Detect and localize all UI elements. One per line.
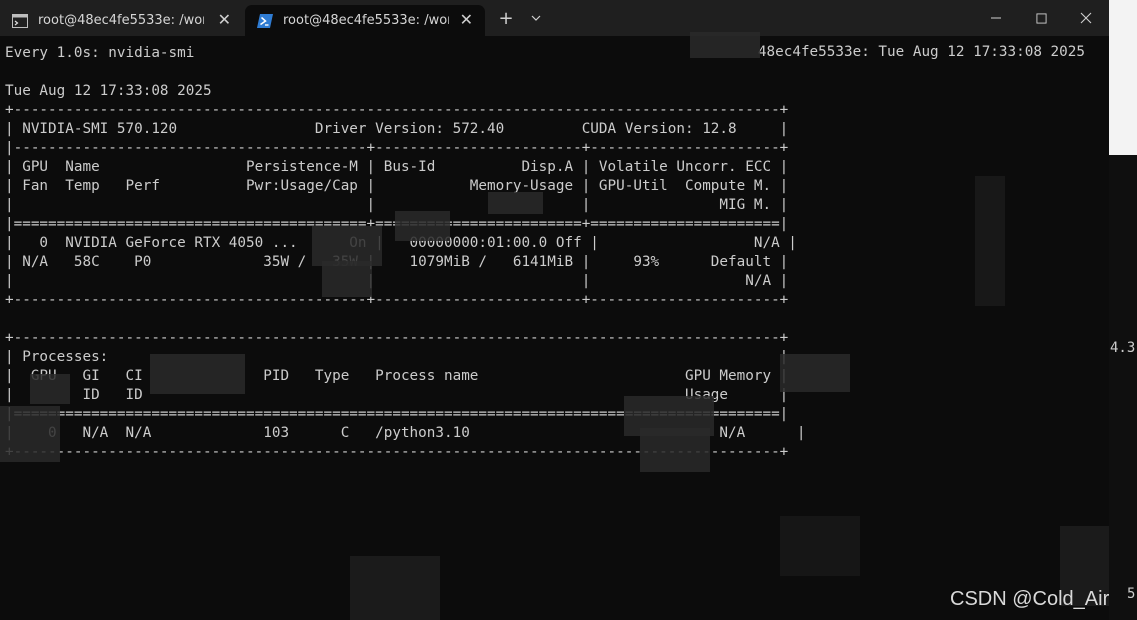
terminal-output[interactable]: Every 1.0s: nvidia-smi 48ec4fe5533e: Tue… <box>0 32 1109 620</box>
tab-terminal-1[interactable]: root@48ec4fe5533e: /workspace ✕ <box>0 5 243 36</box>
terminal-line: | GPU GI CI PID Type Process name GPU Me… <box>5 368 789 384</box>
cmd-icon <box>12 13 28 28</box>
terminal-line: | N/A 58C P0 35W / 35W | 1079MiB / 6141M… <box>5 254 789 270</box>
chevron-down-icon[interactable] <box>527 8 545 28</box>
watch-header-host: 48ec4fe5533e: Tue Aug 12 17:33:08 2025 <box>757 44 1085 60</box>
terminal-line: +---------------------------------------… <box>5 292 789 308</box>
terminal-line: | | | N/A | <box>5 273 789 289</box>
tab-terminal-2[interactable]: root@48ec4fe5533e: /workspace ✕ <box>245 5 485 36</box>
close-tab-icon[interactable]: ✕ <box>218 12 231 28</box>
redaction-mosaic <box>322 261 372 297</box>
watermark: CSDN @Cold_Air <box>950 588 1110 610</box>
powershell-icon <box>257 13 273 28</box>
close-tab-icon[interactable]: ✕ <box>460 12 473 28</box>
redaction-mosaic <box>312 226 382 266</box>
redaction-mosaic <box>640 428 710 472</box>
close-window-button[interactable] <box>1075 8 1097 28</box>
terminal-line: |---------------------------------------… <box>5 140 789 156</box>
tab-title: root@48ec4fe5533e: /workspace <box>283 13 449 28</box>
redaction-mosaic <box>975 176 1005 306</box>
terminal-line: | Processes: | <box>5 349 789 365</box>
maximize-button[interactable] <box>1030 8 1052 28</box>
redaction-mosaic <box>395 211 450 241</box>
adjacent-window-panel <box>1109 0 1137 155</box>
redaction-mosaic <box>690 32 760 58</box>
terminal-line: | Fan Temp Perf Pwr:Usage/Cap | Memory-U… <box>5 178 789 194</box>
terminal-line: Tue Aug 12 17:33:08 2025 <box>5 83 212 99</box>
title-bar: root@48ec4fe5533e: /workspace ✕ root@48e… <box>0 0 1109 36</box>
redaction-mosaic <box>780 516 860 576</box>
redaction-mosaic <box>780 354 850 392</box>
redaction-mosaic <box>150 354 245 394</box>
redaction-mosaic <box>30 374 70 404</box>
terminal-line: +---------------------------------------… <box>5 102 789 118</box>
adjacent-window-text: 5 <box>1127 586 1136 602</box>
watch-header: Every 1.0s: nvidia-smi <box>5 45 195 61</box>
redaction-mosaic <box>350 556 440 620</box>
redaction-mosaic <box>0 406 60 462</box>
terminal-line: +---------------------------------------… <box>5 330 789 346</box>
new-tab-button[interactable]: + <box>496 8 516 29</box>
tab-title: root@48ec4fe5533e: /workspace <box>38 13 204 28</box>
minimize-button[interactable] <box>985 8 1007 28</box>
redaction-mosaic <box>488 192 543 214</box>
adjacent-window-text: 4.3 <box>1110 340 1136 356</box>
terminal-line: | NVIDIA-SMI 570.120 Driver Version: 572… <box>5 121 789 137</box>
terminal-line: | GPU Name Persistence-M | Bus-Id Disp.A… <box>5 159 789 175</box>
